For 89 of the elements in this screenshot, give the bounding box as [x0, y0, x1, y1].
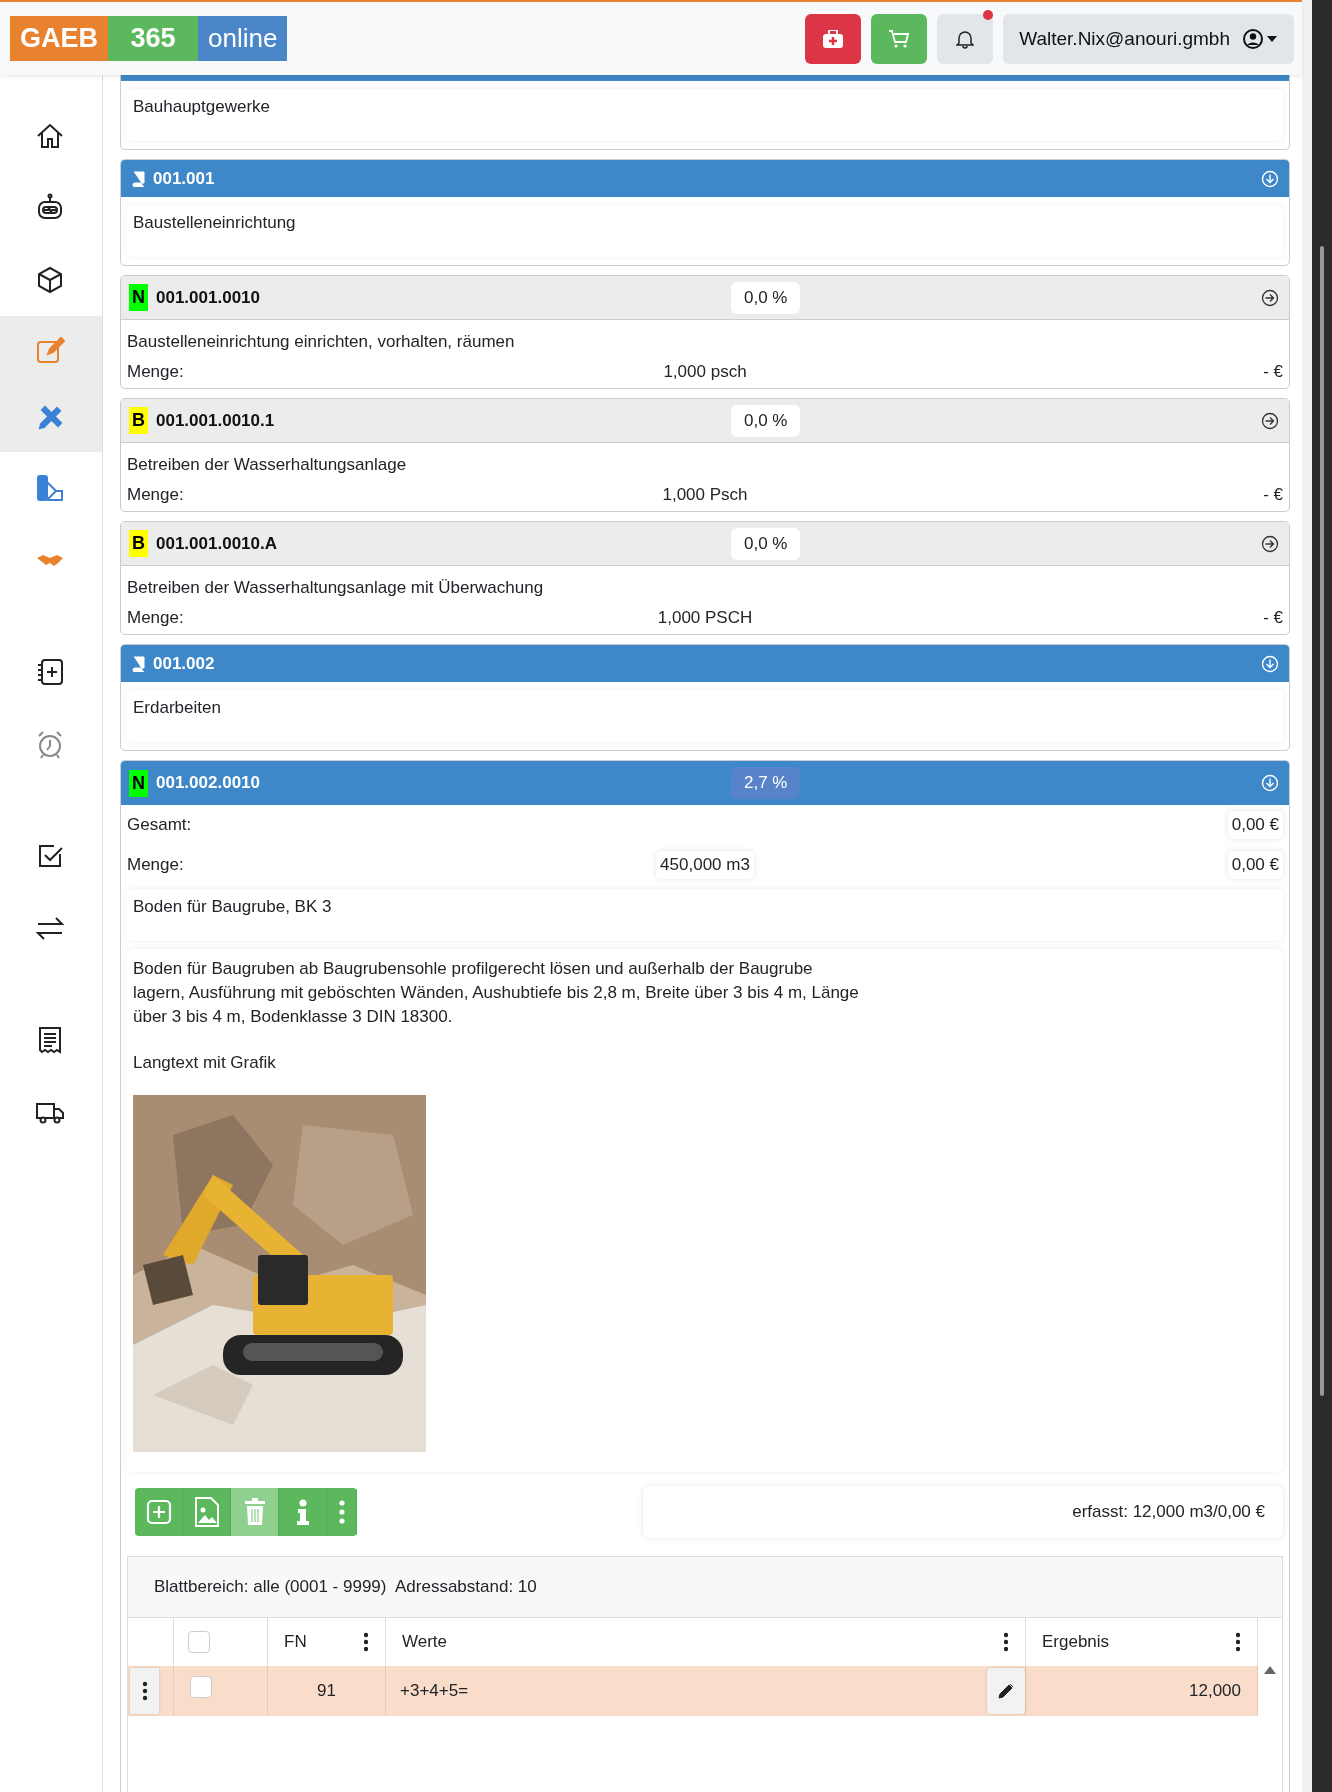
edit-icon	[34, 334, 66, 366]
image-file-icon	[194, 1497, 219, 1527]
quantity-label: Menge:	[127, 608, 184, 628]
long-text-line: lagern, Ausführung mit geböschten Wänden, Aushubtiefe bis 2,8 m, Breite über 3 bis 4 m, Länge	[133, 982, 860, 1004]
position-header[interactable]: N 001.002.0010 2,7 %	[121, 761, 1289, 805]
quantity-label: Menge:	[127, 362, 184, 382]
pencil-icon	[998, 1683, 1014, 1699]
info-button[interactable]	[279, 1488, 327, 1536]
progress-percent: 0,0 %	[731, 281, 801, 314]
column-menu-icon[interactable]	[1003, 1632, 1009, 1652]
group-number: 001.002	[153, 653, 215, 674]
select-all-checkbox[interactable]	[188, 1631, 210, 1653]
column-menu-icon[interactable]	[363, 1632, 369, 1652]
position-header[interactable]: N 001.001.0010 0,0 %	[121, 276, 1289, 320]
cart-icon	[888, 28, 911, 49]
position-header[interactable]: B 001.001.0010.1 0,0 %	[121, 399, 1289, 443]
color-swatch-icon	[34, 472, 66, 504]
progress-percent: 0,0 %	[731, 527, 801, 560]
position-type-badge: B	[129, 530, 148, 557]
price-value: - €	[1263, 362, 1283, 382]
group-title: Erdarbeiten	[127, 690, 1283, 742]
user-caret-icon	[1242, 27, 1278, 50]
more-vertical-icon	[338, 1500, 345, 1524]
group-number: 001.001	[153, 168, 215, 189]
more-button[interactable]	[327, 1488, 357, 1536]
quantity-label: Menge:	[127, 855, 184, 875]
column-header[interactable]: Werte	[402, 1632, 448, 1652]
first-aid-button[interactable]	[805, 13, 862, 64]
price-value: - €	[1263, 485, 1283, 505]
group-header[interactable]: 001.001	[121, 160, 1289, 197]
table-cell: +3+4+5=	[400, 1681, 469, 1701]
position-number: 001.001.0010	[156, 287, 260, 308]
position-text: Betreiben der Wasserhaltungsanlage mit Überwachung	[126, 577, 545, 599]
position-type-badge: N	[129, 284, 148, 311]
price-value: 0,00 €	[1227, 851, 1283, 879]
first-aid-icon	[823, 29, 844, 48]
long-text-caption: Langtext mit Grafik	[133, 1053, 277, 1073]
sheet-info: Blattbereich: alle (0001 - 9999) Adressabstand: 10	[128, 1557, 1282, 1617]
add-button[interactable]	[135, 1488, 183, 1536]
position-number: 001.002.0010	[156, 773, 260, 793]
position-type-badge: B	[129, 407, 148, 434]
quantity-label: Menge:	[127, 485, 184, 505]
notifications-button[interactable]	[937, 13, 994, 64]
more-vertical-icon	[141, 1681, 148, 1701]
column-header[interactable]: FN	[284, 1632, 307, 1652]
quantity-value: 1,000 Psch	[662, 485, 748, 505]
scrollbar[interactable]	[1302, 0, 1332, 1792]
price-value: - €	[1263, 608, 1283, 628]
trash-icon	[243, 1498, 266, 1526]
long-text-line: über 3 bis 4 m, Bodenklasse 3 DIN 18300.	[133, 1006, 454, 1028]
arrow-down-circle-icon[interactable]	[1261, 169, 1279, 188]
add-image-button[interactable]	[183, 1488, 231, 1536]
position-number: 001.001.0010.A	[156, 533, 277, 554]
arrow-right-circle-icon[interactable]	[1261, 411, 1279, 430]
position-header[interactable]: B 001.001.0010.A 0,0 %	[121, 522, 1289, 566]
group-title: Bauhauptgewerke	[127, 89, 1283, 141]
quantity-value: 450,000 m3	[656, 851, 754, 879]
user-menu-button[interactable]: Walter.Nix@anouri.gmbh	[1003, 13, 1294, 64]
edit-button[interactable]	[987, 1668, 1025, 1714]
arrow-down-circle-icon[interactable]	[1261, 654, 1279, 673]
summary-text: erfasst: 12,000 m3/0,00 €	[1072, 1502, 1265, 1522]
position-text: Baustelleneinrichtung einrichten, vorhalten, räumen	[126, 331, 516, 353]
group-header[interactable]: 001.002	[121, 645, 1289, 682]
column-header[interactable]: Ergebnis	[1042, 1632, 1110, 1652]
position-text: Betreiben der Wasserhaltungsanlage	[126, 454, 408, 476]
long-text-line: Boden für Baugruben ab Baugrubensohle profilgerecht lösen und außerhalb der Baugrube	[133, 958, 814, 980]
total-label: Gesamt:	[127, 815, 192, 835]
table-cell: 91	[317, 1681, 336, 1701]
logo[interactable]: GAEB 365 online	[10, 16, 288, 61]
column-menu-icon[interactable]	[1235, 1632, 1241, 1652]
arrow-down-circle-icon[interactable]	[1261, 774, 1279, 792]
arrow-right-circle-icon[interactable]	[1261, 288, 1279, 307]
bell-icon	[956, 28, 975, 49]
position-type-badge: N	[129, 769, 148, 797]
plus-square-icon	[145, 1499, 172, 1525]
progress-percent: 0,0 %	[731, 404, 801, 437]
arrow-right-circle-icon[interactable]	[1261, 534, 1279, 553]
row-menu-button[interactable]	[130, 1668, 159, 1714]
table-cell: 12,000	[1189, 1681, 1241, 1701]
quantity-value: 1,000 PSCH	[657, 608, 753, 628]
short-text: Boden für Baugrube, BK 3	[127, 889, 1283, 941]
row-checkbox[interactable]	[190, 1676, 212, 1698]
position-number: 001.001.0010.1	[156, 410, 275, 431]
progress-percent: 2,7 %	[731, 767, 801, 799]
info-icon	[296, 1499, 309, 1525]
table-row[interactable]: 91 +3+4+5= 12,000	[128, 1666, 1282, 1716]
total-value: 0,00 €	[1227, 811, 1283, 839]
quantity-value: 1,000 psch	[663, 362, 747, 382]
group-title: Baustelleneinrichtung	[127, 205, 1283, 257]
